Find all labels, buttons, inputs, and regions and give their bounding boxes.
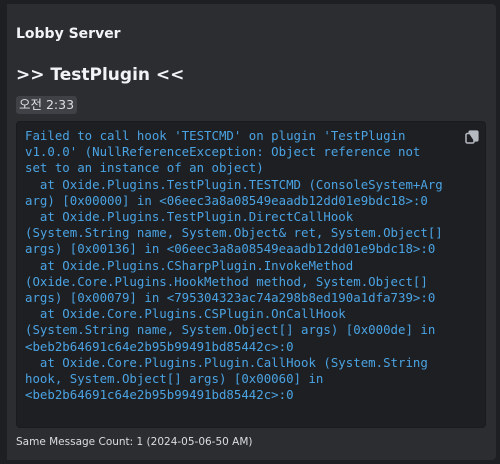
code-line: (System.String name, System.Object[] arg… (25, 322, 436, 338)
timestamp-badge: 오전 2:33 (16, 96, 78, 114)
code-line: (System.String name, System.Object& ret,… (25, 225, 443, 241)
code-line: at Oxide.Plugins.TestPlugin.TESTCMD (Con… (25, 176, 443, 192)
code-line: args) [0x00079] in <795304323ac74a298b8e… (25, 290, 436, 306)
code-block: Failed to call hook 'TESTCMD' on plugin … (16, 121, 486, 428)
code-text[interactable]: Failed to call hook 'TESTCMD' on plugin … (25, 128, 476, 403)
embed-author: Lobby Server (16, 26, 121, 42)
code-line: <beb2b64691c64e2b95b99491bd85442c>:0 (25, 338, 294, 354)
code-line: arg) [0x00000] in <06eec3a8a08549eaadb12… (25, 192, 428, 208)
code-line: (Oxide.Core.Plugins.HookMethod method, S… (25, 273, 428, 289)
code-line: hook, System.Object[] args) [0x00060] in (25, 371, 324, 387)
code-line: at Oxide.Core.Plugins.CSPlugin.OnCallHoo… (25, 306, 346, 322)
code-line: v1.0.0' (NullReferenceException: Object … (25, 144, 421, 160)
embed-footer: Same Message Count: 1 (2024-05-06-50 AM) (16, 436, 253, 448)
embed-title: >> TestPlugin << (16, 65, 185, 85)
code-line: at Oxide.Plugins.CSharpPlugin.InvokeMeth… (25, 257, 354, 273)
code-line: at Oxide.Plugins.TestPlugin.DirectCallHo… (25, 209, 354, 225)
code-line: args) [0x00136] in <06eec3a8a08549eaadb1… (25, 241, 436, 257)
code-line: at Oxide.Core.Plugins.Plugin.CallHook (S… (25, 354, 428, 370)
code-line: <beb2b64691c64e2b95b99491bd85442c>:0 (25, 387, 294, 403)
embed-accent-bar (4, 4, 7, 460)
copy-button[interactable] (463, 128, 481, 146)
copy-icon (465, 130, 479, 144)
code-line: Failed to call hook 'TESTCMD' on plugin … (25, 128, 406, 143)
embed-card: Lobby Server >> TestPlugin << 오전 2:33 Fa… (4, 4, 496, 460)
code-line: set to an instance of an object) (25, 160, 264, 176)
